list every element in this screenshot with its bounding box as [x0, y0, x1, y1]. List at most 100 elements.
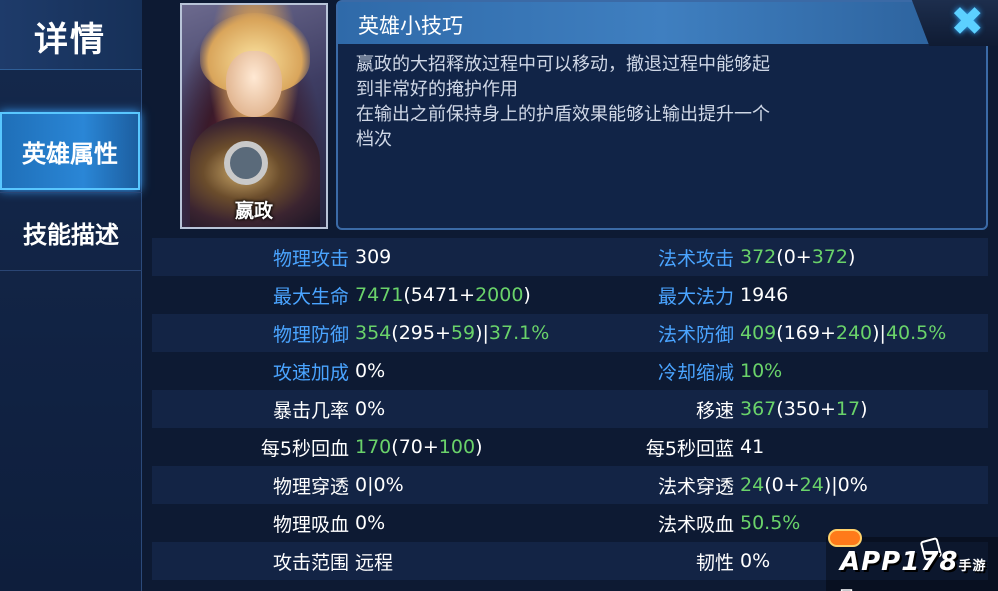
stat-value: 0%	[740, 542, 770, 580]
hero-tips-panel: 英雄小技巧 嬴政的大招释放过程中可以移动，撤退过程中能够起 到非常好的掩护作用 …	[336, 0, 988, 230]
stat-label-text: 法术防御	[657, 323, 734, 346]
stat-value-part: 295	[398, 322, 435, 344]
stat-label-text: 物理穿透	[272, 475, 349, 498]
stat-label-text: 移速	[695, 399, 734, 422]
stat-label-text: 韧性	[695, 551, 734, 574]
tips-text: 嬴政的大招释放过程中可以移动，撤退过程中能够起 到非常好的掩护作用 在输出之前保…	[356, 52, 916, 152]
stat-value-part: +	[783, 474, 800, 496]
stat-label-text: 最大法力	[657, 285, 734, 308]
stat-value: 170(70 +100)	[355, 428, 482, 466]
stat-value-part: 40.5%	[885, 322, 947, 344]
stat-value-part: 169	[783, 322, 820, 344]
stat-value-part: +	[459, 284, 476, 306]
stat-label-text: 法术攻击	[657, 247, 734, 270]
stat-value-part: (	[764, 474, 772, 496]
tab-skill-description[interactable]: 技能描述	[0, 193, 142, 271]
stat-value-part: 409	[740, 322, 777, 344]
stat-value: 0%	[355, 504, 385, 542]
tips-header: 英雄小技巧	[338, 2, 986, 44]
stat-value: 1946	[740, 276, 788, 314]
stat-value-part: 59	[450, 322, 476, 344]
stat-label: 法术防御	[534, 314, 734, 352]
close-icon: ✖	[950, 0, 984, 45]
stat-value-part: 372	[740, 246, 777, 268]
stat-value-part: 367	[740, 398, 777, 420]
stat-value-part: +	[434, 322, 451, 344]
stat-value-part: )	[860, 398, 868, 420]
stat-value-part: +	[422, 436, 439, 458]
stat-value-part: 41	[740, 436, 765, 458]
stat-value: 0%	[355, 390, 385, 428]
stat-label: 物理攻击	[149, 238, 349, 276]
hero-portrait: 嬴政	[180, 3, 328, 229]
stat-label: 冷却缩减	[534, 352, 734, 390]
stat-value: 367(350 +17)	[740, 390, 867, 428]
coin-icon	[828, 529, 862, 547]
stat-value-part: (	[776, 246, 784, 268]
stat-value-part: 10%	[740, 360, 783, 382]
stat-value-part: )	[475, 436, 483, 458]
divider	[0, 270, 142, 271]
stat-label: 法术穿透	[534, 466, 734, 504]
stat-label-text: 法术穿透	[657, 475, 734, 498]
tab-hero-attributes[interactable]: 英雄属性	[0, 112, 140, 190]
stat-value-part: )|	[475, 322, 489, 344]
stat-label-text: 每5秒回蓝	[645, 437, 734, 460]
hero-face	[226, 51, 282, 117]
stat-label-text: 法术吸血	[657, 513, 734, 536]
stat-value-part: 0%	[837, 474, 868, 496]
stat-value-part: 350	[783, 398, 820, 420]
stat-value: 0%	[355, 352, 385, 390]
stat-label: 每5秒回血	[149, 428, 349, 466]
stat-value-part: 0%	[355, 398, 386, 420]
stat-value-part: 70	[398, 436, 423, 458]
tips-line: 嬴政的大招释放过程中可以移动，撤退过程中能够起	[356, 54, 770, 75]
stat-value-part: 0%	[373, 474, 404, 496]
stat-label-text: 攻击范围	[272, 551, 349, 574]
stat-value-part: 354	[355, 322, 392, 344]
stat-value-part: 0	[355, 474, 368, 496]
stat-value-part: 50.5%	[740, 512, 801, 534]
stat-label-text: 物理攻击	[272, 247, 349, 270]
stat-value: 41	[740, 428, 764, 466]
stat-value: 10%	[740, 352, 782, 390]
stat-label: 韧性	[534, 542, 734, 580]
watermark-text: APP178手游网	[840, 547, 998, 591]
stat-value-part: (	[776, 398, 784, 420]
stat-value-part: 309	[355, 246, 392, 268]
stat-label-text: 暴击几率	[272, 399, 349, 422]
watermark-brand: APP178	[840, 547, 959, 577]
hero-shield-icon	[224, 141, 268, 185]
stat-value-part: 0%	[740, 550, 771, 572]
stat-label-text: 最大生命	[272, 285, 349, 308]
stat-label: 法术吸血	[534, 504, 734, 542]
stat-value: 309	[355, 238, 391, 276]
stat-value-part: (	[391, 436, 399, 458]
stat-value-part: 远程	[355, 551, 394, 574]
stat-label: 攻击范围	[149, 542, 349, 580]
stat-value-part: 0	[783, 246, 796, 268]
stat-value-part: 17	[835, 398, 861, 420]
hero-name: 嬴政	[234, 200, 273, 222]
tips-line: 在输出之前保持身上的护盾效果能够让输出提升一个	[356, 104, 770, 125]
stat-value-part: 0%	[355, 360, 386, 382]
stat-label: 物理防御	[149, 314, 349, 352]
stat-value-part: 24	[740, 474, 765, 496]
sidebar: 详情 英雄属性 技能描述	[0, 0, 142, 591]
stat-value-part: (	[403, 284, 411, 306]
stat-value: 409(169 +240)| 40.5%	[740, 314, 946, 352]
stat-value-part: +	[819, 398, 836, 420]
stat-value: 50.5%	[740, 504, 800, 542]
stat-value-part: 5471	[410, 284, 460, 306]
stat-label: 暴击几率	[149, 390, 349, 428]
tips-title: 英雄小技巧	[358, 14, 463, 38]
stat-value-part: 1946	[740, 284, 789, 306]
stat-label-text: 物理防御	[272, 323, 349, 346]
stat-value-part: 7471	[355, 284, 404, 306]
stat-label-text: 物理吸血	[272, 513, 349, 536]
stat-value-part: 372	[811, 246, 848, 268]
stat-value-part: 24	[799, 474, 824, 496]
stat-value-part: 0	[771, 474, 784, 496]
stat-value: 372(0 +372)	[740, 238, 855, 276]
stat-label-text: 每5秒回血	[260, 437, 349, 460]
